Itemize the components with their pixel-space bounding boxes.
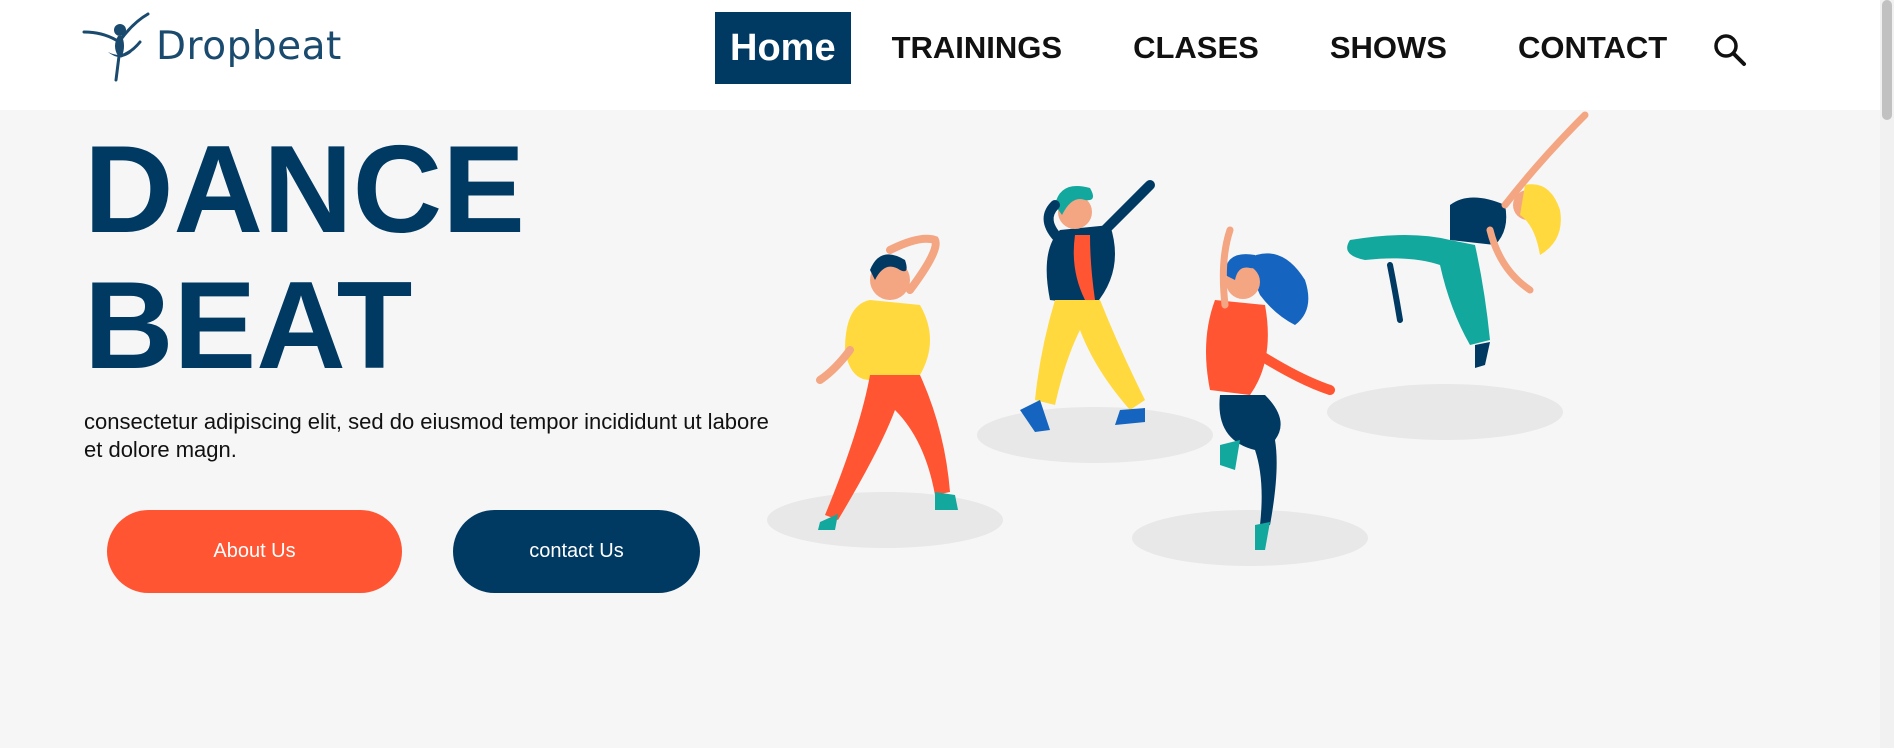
search-icon (1714, 34, 1746, 66)
dancer-red-navy (1206, 226, 1335, 550)
floor-shadow (767, 492, 1003, 548)
nav-clases[interactable]: CLASES (1109, 30, 1283, 66)
dancers-illustration (767, 111, 1589, 566)
floor-shadow (1132, 510, 1368, 566)
ballerina-logo-icon (82, 12, 150, 82)
hero-title-line2: BEAT (84, 257, 413, 395)
nav-shows[interactable]: SHOWS (1306, 30, 1471, 66)
dancer-yellow-red (816, 234, 958, 530)
brand-name: Dropbeat (156, 23, 342, 69)
hero-title-line1: DANCE (84, 121, 525, 259)
floor-shadow (1327, 384, 1563, 440)
nav-trainings[interactable]: TRAININGS (868, 30, 1087, 66)
nav-home[interactable]: Home (715, 12, 851, 84)
scrollbar-thumb[interactable] (1882, 0, 1892, 120)
page-scrollbar[interactable] (1880, 0, 1894, 748)
hero-title: DANCE BEAT (84, 122, 644, 394)
main-nav: Home TRAININGS CLASES SHOWS CONTACT (715, 12, 1714, 84)
about-us-button[interactable]: About Us (107, 510, 402, 593)
contact-us-button[interactable]: contact Us (453, 510, 700, 593)
dancer-navy-teal (1347, 111, 1589, 368)
logo[interactable]: Dropbeat (82, 10, 342, 82)
nav-contact[interactable]: CONTACT (1494, 30, 1691, 66)
search-button[interactable] (1712, 32, 1748, 68)
floor-shadow (977, 407, 1213, 463)
hero-description: consectetur adipiscing elit, sed do eius… (84, 409, 769, 462)
site-header: Dropbeat Home TRAININGS CLASES SHOWS CON… (0, 0, 1880, 110)
dancer-navy-yellow (1020, 180, 1155, 432)
